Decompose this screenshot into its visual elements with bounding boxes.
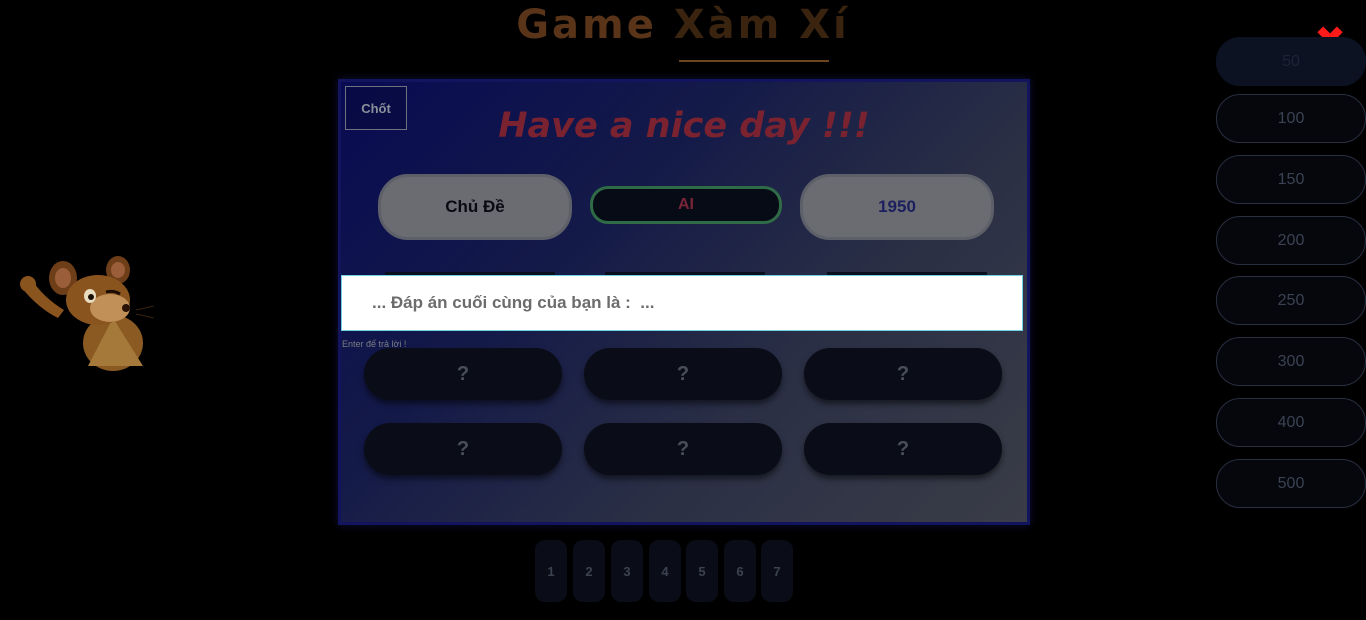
category-badge[interactable]: AI <box>590 186 782 224</box>
round-button-5[interactable]: 5 <box>686 540 718 602</box>
answer-input[interactable] <box>342 276 1022 330</box>
score-button-200[interactable]: 200 <box>1216 216 1366 265</box>
question-card[interactable]: ? <box>364 348 562 400</box>
round-button-1[interactable]: 1 <box>535 540 567 602</box>
question-card[interactable]: ? <box>804 348 1002 400</box>
round-button-3[interactable]: 3 <box>611 540 643 602</box>
topic-button[interactable]: Chủ Đề <box>378 174 572 240</box>
title-xam-xi: Xàm Xí <box>673 2 850 48</box>
title-underline <box>679 60 829 62</box>
answer-box <box>341 275 1023 331</box>
question-card[interactable]: ? <box>364 423 562 475</box>
score-button-100[interactable]: 100 <box>1216 94 1366 143</box>
round-button-4[interactable]: 4 <box>649 540 681 602</box>
question-card[interactable]: ? <box>804 423 1002 475</box>
greeting-text: Have a nice day !!! <box>498 106 870 146</box>
year-button[interactable]: 1950 <box>800 174 994 240</box>
question-card[interactable]: ? <box>584 348 782 400</box>
question-card[interactable]: ? <box>584 423 782 475</box>
mouse-mascot-icon <box>20 256 155 371</box>
round-button-2[interactable]: 2 <box>573 540 605 602</box>
score-button-500[interactable]: 500 <box>1216 459 1366 508</box>
round-button-6[interactable]: 6 <box>724 540 756 602</box>
score-button-300[interactable]: 300 <box>1216 337 1366 386</box>
score-button-250[interactable]: 250 <box>1216 276 1366 325</box>
round-button-7[interactable]: 7 <box>761 540 793 602</box>
title-game: Game <box>516 2 674 48</box>
game-board: Chốt Have a nice day !!! Chủ Đề AI 1950 … <box>338 79 1030 525</box>
score-button-400[interactable]: 400 <box>1216 398 1366 447</box>
page-title: Game Xàm Xí <box>0 2 1366 48</box>
score-button-150[interactable]: 150 <box>1216 155 1366 204</box>
score-button-50[interactable]: 50 <box>1216 37 1366 86</box>
